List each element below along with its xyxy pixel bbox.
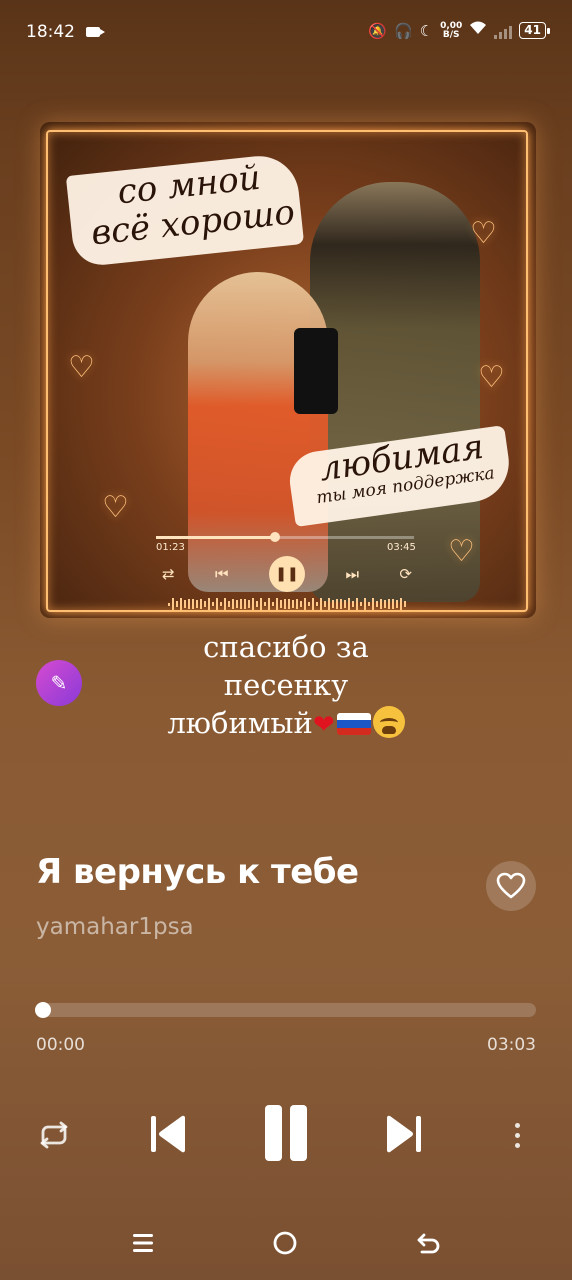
screen-record-icon: [86, 27, 105, 37]
more-vertical-icon: [514, 1132, 520, 1138]
caption-line-1: спасибо за: [203, 630, 369, 664]
headphones-icon: 🎧: [393, 21, 413, 40]
caption-line-3: любимый❤: [110, 704, 462, 744]
album-cover: со мной всё хорошо любимая ты моя поддер…: [40, 122, 536, 618]
back-arrow-icon: [417, 1233, 440, 1254]
video-caption: спасибо за песенку любимый❤: [110, 628, 462, 744]
pause-button[interactable]: [254, 1100, 318, 1166]
playback-progress-bar[interactable]: [35, 1002, 536, 1018]
system-navigation-bar: [0, 1206, 572, 1280]
magic-wand-icon: ✎: [50, 671, 68, 695]
progress-thumb[interactable]: [35, 1002, 51, 1018]
status-bar: 18:42 🔕 🎧 ☾ 0,00 B/S 41: [0, 0, 572, 64]
status-icons: 🔕 🎧 ☾ 0,00 B/S 41: [368, 20, 550, 41]
signal-icon: [494, 23, 513, 39]
status-time: 18:42: [26, 22, 75, 42]
back-button[interactable]: [406, 1220, 452, 1266]
more-vertical-icon: [514, 1122, 520, 1128]
current-time: 00:00: [36, 1035, 85, 1055]
recent-apps-button[interactable]: [120, 1220, 166, 1266]
caption-line-3-text: любимый: [167, 706, 313, 740]
more-vertical-icon: [514, 1142, 520, 1148]
previous-icon: [151, 1115, 186, 1153]
russia-flag-emoji: [336, 713, 371, 735]
menu-lines-icon: [133, 1234, 153, 1252]
next-icon: [386, 1115, 421, 1153]
network-speed: 0,00 B/S: [440, 21, 462, 40]
mute-notifications-icon: 🔕: [368, 21, 387, 40]
red-heart-emoji: ❤: [312, 710, 335, 740]
home-circle-icon: [273, 1231, 297, 1255]
track-title: Я вернусь к тебе: [36, 852, 359, 892]
battery-icon: 41: [519, 22, 550, 39]
total-time: 03:03: [487, 1035, 536, 1055]
previous-button[interactable]: [140, 1104, 196, 1164]
cover-glow-frame: [46, 130, 528, 612]
crying-face-emoji: [372, 706, 405, 738]
next-button[interactable]: [376, 1104, 432, 1164]
wifi-icon: [469, 20, 487, 41]
heart-outline-icon: [496, 872, 526, 899]
magic-edit-button[interactable]: ✎: [36, 660, 82, 706]
like-button[interactable]: [486, 861, 536, 911]
network-speed-unit: B/S: [442, 29, 460, 40]
repeat-icon: [40, 1121, 68, 1149]
do-not-disturb-moon-icon: ☾: [419, 21, 434, 40]
pause-icon: [265, 1105, 307, 1161]
repeat-button[interactable]: [28, 1112, 80, 1158]
more-options-button[interactable]: [500, 1113, 534, 1157]
track-artist[interactable]: yamahar1psa: [36, 914, 194, 940]
caption-line-2: песенку: [223, 668, 349, 702]
home-button[interactable]: [262, 1220, 308, 1266]
battery-level: 41: [524, 23, 541, 37]
